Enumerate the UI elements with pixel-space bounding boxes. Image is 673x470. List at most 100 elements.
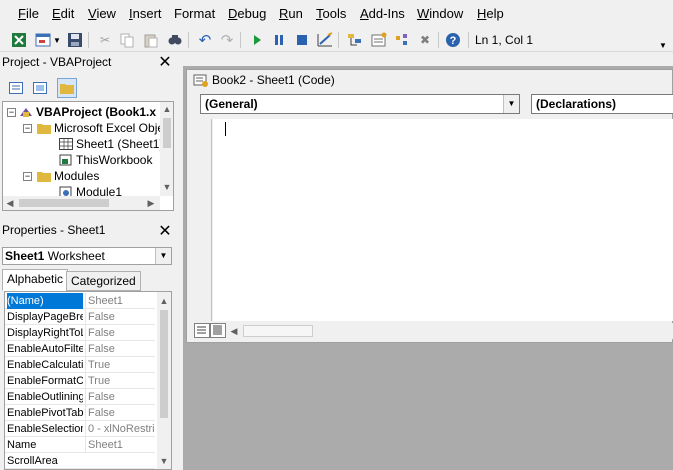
cut-icon[interactable]: ✂ <box>96 31 114 49</box>
menu-file[interactable]: File <box>18 6 39 22</box>
project-explorer-toolbar <box>0 76 178 100</box>
run-icon[interactable] <box>248 31 266 49</box>
break-icon[interactable] <box>270 31 288 49</box>
procedure-combo[interactable]: (Declarations) <box>531 94 673 114</box>
view-code-icon[interactable] <box>6 78 26 98</box>
collapse-icon[interactable]: − <box>23 124 32 133</box>
help-icon[interactable]: ? <box>444 31 462 49</box>
design-mode-icon[interactable] <box>316 31 334 49</box>
tree-item-vbaproject[interactable]: VBAProject (Book1.x <box>19 104 156 120</box>
tree-vertical-scrollbar[interactable]: ▲ ▼ <box>160 102 173 196</box>
menu-view[interactable]: View <box>88 6 116 22</box>
tab-alphabetic[interactable]: Alphabetic <box>2 269 69 291</box>
workbook-icon <box>59 154 73 166</box>
toolbar-separator <box>468 32 469 48</box>
property-row[interactable]: DisplayRightToL False <box>5 325 155 341</box>
worksheet-icon <box>59 138 73 150</box>
properties-grid: (Name)Sheet1 DisplayPageBreaFalse Displa… <box>4 291 172 470</box>
properties-window-icon[interactable] <box>370 31 388 49</box>
menu-window[interactable]: Window <box>417 6 463 22</box>
scroll-thumb[interactable] <box>160 310 168 418</box>
menu-run[interactable]: Run <box>279 6 303 22</box>
save-icon[interactable] <box>66 31 84 49</box>
chevron-down-icon[interactable]: ▼ <box>503 95 519 113</box>
view-object-icon[interactable] <box>30 78 50 98</box>
scroll-left-icon[interactable]: ◀ <box>227 324 241 338</box>
properties-title: Properties - Sheet1 <box>0 220 178 240</box>
excel-icon[interactable] <box>10 31 28 49</box>
standard-toolbar: ▼ ✂ ↶ ↷ ✖ ? Ln 1, Col 1 ▼ <box>0 28 673 52</box>
property-row[interactable]: EnableFormatCo True <box>5 373 155 389</box>
code-margin[interactable] <box>192 119 212 321</box>
insert-userform-icon[interactable] <box>34 31 52 49</box>
tree-folder-modules[interactable]: Modules <box>37 168 99 184</box>
property-row[interactable]: EnableAutoFilte False <box>5 341 155 357</box>
menu-help[interactable]: Help <box>477 6 504 22</box>
scroll-down-icon[interactable]: ▼ <box>157 454 171 468</box>
object-combo[interactable]: (General) ▼ <box>200 94 520 114</box>
object-selector[interactable]: Sheet1 Worksheet ▼ <box>2 247 172 265</box>
toolbar-separator <box>240 32 241 48</box>
project-tree: − VBAProject (Book1.x − Microsoft Excel … <box>2 101 174 211</box>
property-row[interactable]: Name Sheet1 <box>5 437 155 453</box>
menu-insert[interactable]: Insert <box>129 6 162 22</box>
reset-icon[interactable] <box>293 31 311 49</box>
property-row[interactable]: EnableSelection 0 - xlNoRestric <box>5 421 155 437</box>
text-caret <box>225 122 226 136</box>
chevron-down-icon[interactable]: ▼ <box>155 248 171 264</box>
tree-item-sheet1[interactable]: Sheet1 (Sheet1) <box>59 136 163 152</box>
full-module-view-icon[interactable] <box>210 323 226 338</box>
paste-icon[interactable] <box>142 31 160 49</box>
property-row[interactable]: EnableCalculatio True <box>5 357 155 373</box>
copy-icon[interactable] <box>118 31 136 49</box>
menu-bar: File Edit View Insert Format Debug Run T… <box>0 0 673 28</box>
property-row[interactable]: (Name) Sheet1 <box>5 293 155 309</box>
scroll-up-icon[interactable]: ▲ <box>157 294 171 308</box>
procedure-view-icon[interactable] <box>194 323 210 338</box>
undo-icon[interactable]: ↶ <box>196 31 214 49</box>
tab-categorized[interactable]: Categorized <box>66 271 141 291</box>
chevron-down-icon[interactable]: ▼ <box>52 31 62 49</box>
project-explorer-icon[interactable] <box>346 31 364 49</box>
collapse-icon[interactable]: − <box>23 172 32 181</box>
toolbar-separator <box>188 32 189 48</box>
menu-format[interactable]: Format <box>174 6 215 22</box>
scroll-thumb[interactable] <box>19 199 109 207</box>
tree-folder-excel-objects[interactable]: Microsoft Excel Obje <box>37 120 164 136</box>
toolbar-separator <box>438 32 439 48</box>
menu-add-ins[interactable]: Add-Ins <box>360 6 405 22</box>
toolbox-icon[interactable]: ✖ <box>416 31 434 49</box>
tree-item-thisworkbook[interactable]: ThisWorkbook <box>59 152 152 168</box>
property-row[interactable]: EnableOutlining False <box>5 389 155 405</box>
property-row[interactable]: ScrollArea <box>5 453 155 469</box>
collapse-icon[interactable]: − <box>7 108 16 117</box>
folder-icon <box>37 170 51 182</box>
tree-horizontal-scrollbar[interactable]: ◀ ▶ <box>3 196 160 210</box>
vba-project-icon <box>19 106 33 118</box>
code-window-icon <box>193 72 209 88</box>
scroll-down-icon[interactable]: ▼ <box>160 180 173 194</box>
close-icon[interactable]: ✕ <box>156 53 174 71</box>
code-editor[interactable] <box>213 119 673 321</box>
redo-icon[interactable]: ↷ <box>218 31 236 49</box>
menu-edit[interactable]: Edit <box>52 6 74 22</box>
scroll-thumb[interactable] <box>163 118 171 148</box>
object-browser-icon[interactable] <box>393 31 411 49</box>
code-window-title: Book2 - Sheet1 (Code) <box>212 73 335 87</box>
toolbar-options-icon[interactable]: ▼ <box>654 36 672 54</box>
toolbar-separator <box>88 32 89 48</box>
close-icon[interactable]: ✕ <box>156 222 174 240</box>
scroll-thumb[interactable] <box>243 325 313 337</box>
menu-debug[interactable]: Debug <box>228 6 266 22</box>
property-row[interactable]: DisplayPageBreaFalse <box>5 309 155 325</box>
toggle-folders-icon[interactable] <box>57 78 77 98</box>
scroll-left-icon[interactable]: ◀ <box>3 196 17 210</box>
find-icon[interactable] <box>166 31 184 49</box>
property-row[interactable]: EnablePivotTabl False <box>5 405 155 421</box>
scroll-right-icon[interactable]: ▶ <box>144 196 158 210</box>
scroll-up-icon[interactable]: ▲ <box>160 102 173 116</box>
folder-icon <box>37 122 51 134</box>
code-horizontal-scrollbar[interactable]: ◀ <box>227 323 673 339</box>
menu-tools[interactable]: Tools <box>316 6 346 22</box>
properties-vertical-scrollbar[interactable]: ▲ ▼ <box>157 292 171 469</box>
